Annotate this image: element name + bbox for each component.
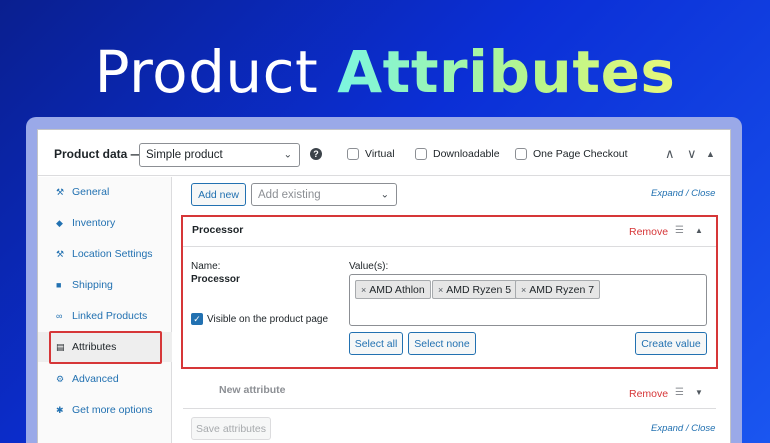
tab-general[interactable]: ⚒ General [38,177,172,207]
remove-tag-icon[interactable]: × [521,285,526,295]
name-value: Processor [191,274,240,285]
tag-icon: ◆ [56,217,63,228]
product-data-panel: Product data — Simple product ⌄ ? Virtua… [37,129,731,443]
attribute-divider [183,246,716,247]
hero-title-accent: Attributes [337,38,676,106]
plugin-icon: ✱ [56,404,64,415]
remove-attribute-link[interactable]: Remove [629,226,668,238]
add-new-button[interactable]: Add new [191,183,246,206]
new-attribute-divider [183,408,716,409]
product-data-label: Product data — [54,147,143,161]
wrench-icon: ⚒ [56,248,65,259]
add-existing-select[interactable]: Add existing ⌄ [251,183,397,206]
expand-close-link[interactable]: Expand / Close [651,188,715,199]
value-tag[interactable]: × AMD Athlon [355,280,431,299]
move-down-icon[interactable]: ∨ [687,146,697,162]
move-up-icon[interactable]: ∧ [665,146,675,162]
tab-linked-products[interactable]: ∞ Linked Products [38,301,172,331]
checkbox-icon [347,148,359,160]
virtual-checkbox[interactable]: Virtual [347,148,395,160]
drag-handle-icon[interactable]: ☰ [675,225,684,236]
collapse-icon[interactable]: ▲ [706,149,715,159]
attributes-tab-highlight [49,331,162,364]
hero-title: Product Attributes [0,38,770,106]
remove-tag-icon[interactable]: × [361,285,366,295]
product-type-select[interactable]: Simple product ⌄ [139,143,300,167]
chevron-down-icon: ⌄ [283,149,292,161]
remove-tag-icon[interactable]: × [438,285,443,295]
truck-icon: ■ [56,280,62,290]
remove-new-attribute-link[interactable]: Remove [629,388,668,400]
hero-title-plain: Product [94,38,319,106]
drag-handle-icon[interactable]: ☰ [675,387,684,398]
tab-advanced[interactable]: ⚙ Advanced [38,364,172,394]
gear-icon: ⚙ [56,373,65,384]
tab-shipping[interactable]: ■ Shipping [38,270,172,300]
select-none-button[interactable]: Select none [408,332,476,355]
chevron-down-icon: ⌄ [380,189,389,200]
checkbox-icon [515,148,527,160]
select-all-button[interactable]: Select all [349,332,403,355]
collapse-attribute-icon[interactable]: ▲ [695,226,703,235]
visible-label: Visible on the product page [207,314,329,325]
tab-inventory[interactable]: ◆ Inventory [38,208,172,238]
product-data-tabs: ⚒ General ◆ Inventory ⚒ Location Settings ■… [38,177,172,443]
new-attribute-title: New attribute [219,384,286,396]
values-label: Value(s): [349,261,389,272]
downloadable-checkbox[interactable]: Downloadable [415,148,500,160]
wrench-icon: ⚒ [56,186,65,197]
visible-checkbox[interactable]: ✓ [191,313,203,325]
expand-attribute-icon[interactable]: ▼ [695,388,703,397]
link-icon: ∞ [56,311,63,321]
attribute-title: Processor [192,224,244,236]
create-value-button[interactable]: Create value [635,332,707,355]
product-data-header: Product data — Simple product ⌄ ? Virtua… [38,130,730,176]
name-label: Name: [191,261,221,272]
value-tag[interactable]: × AMD Ryzen 7 [515,280,601,299]
value-tag[interactable]: × AMD Ryzen 5 [432,280,518,299]
one-page-checkout-checkbox[interactable]: One Page Checkout [515,148,628,160]
help-icon[interactable]: ? [310,148,322,160]
tab-location-settings[interactable]: ⚒ Location Settings [38,239,172,269]
values-multiselect[interactable]: × AMD Athlon × AMD Ryzen 5 × AMD Ryzen 7 [349,274,707,326]
save-attributes-button[interactable]: Save attributes [191,417,271,440]
product-type-value: Simple product [146,149,223,161]
checkbox-icon [415,148,427,160]
tab-get-more-options[interactable]: ✱ Get more options [38,395,172,425]
expand-close-link-footer[interactable]: Expand / Close [651,423,715,434]
